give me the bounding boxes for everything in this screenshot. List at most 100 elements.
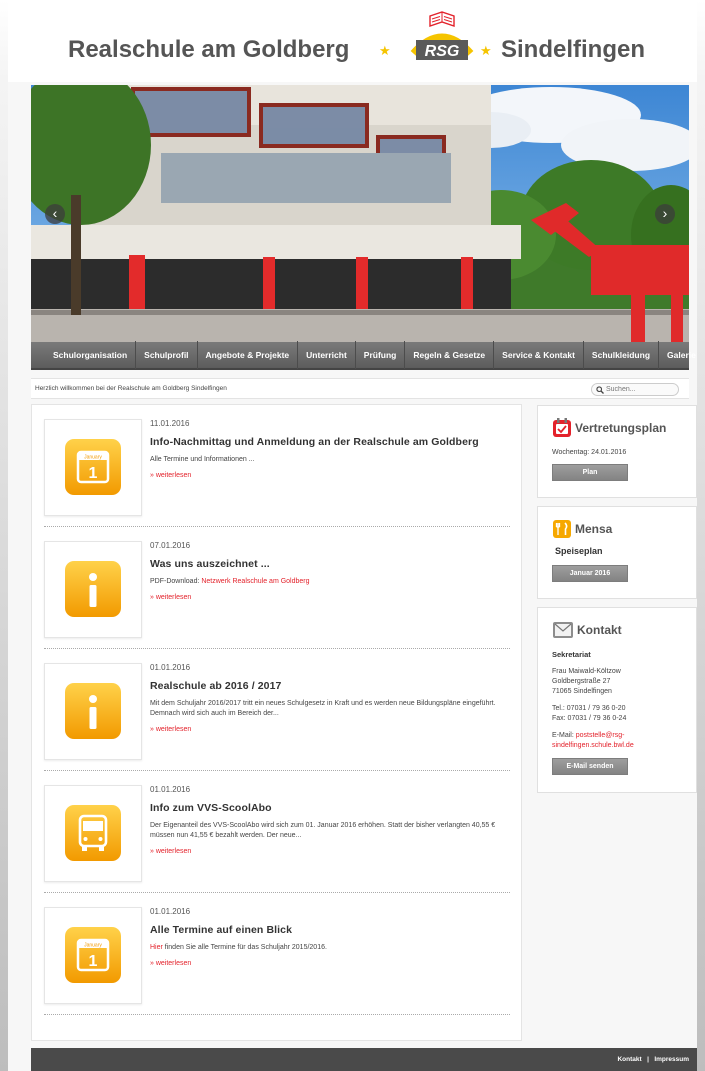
- news-title[interactable]: Realschule ab 2016 / 2017: [150, 680, 282, 692]
- footer-impressum-link[interactable]: Impressum: [654, 1056, 689, 1063]
- site-footer: Kontakt | Impressum: [31, 1048, 697, 1071]
- mensa-header: Mensa: [552, 519, 612, 539]
- kontakt-name: Frau Maiwald-Költzow: [552, 668, 621, 675]
- kontakt-fax: Fax: 07031 / 79 36 0-24: [552, 715, 627, 722]
- svg-text:January: January: [84, 455, 102, 461]
- news-item: 07.01.2016 Was uns auszeichnet ... PDF-D…: [44, 527, 510, 649]
- news-date: 01.01.2016: [150, 785, 191, 794]
- site-title-left: Realschule am Goldberg: [68, 36, 350, 63]
- svg-text:1: 1: [89, 465, 98, 482]
- nav-item-service-kontakt[interactable]: Service & Kontakt: [494, 341, 584, 369]
- news-title[interactable]: Was uns auszeichnet ...: [150, 558, 270, 570]
- nav-item-angebote-projekte[interactable]: Angebote & Projekte: [198, 341, 299, 369]
- news-item: 01.01.2016 Realschule ab 2016 / 2017 Mit…: [44, 649, 510, 771]
- footer-kontakt-link[interactable]: Kontakt: [617, 1056, 641, 1063]
- news-date: 01.01.2016: [150, 907, 191, 916]
- envelope-icon: [553, 622, 573, 638]
- mensa-subtitle: Speiseplan: [555, 546, 603, 556]
- news-divider: [44, 1014, 510, 1015]
- news-title[interactable]: Info-Nachmittag und Anmeldung an der Rea…: [150, 436, 479, 448]
- box-title: Mensa: [575, 522, 613, 536]
- welcome-text: Herzlich willkommen bei der Realschule a…: [35, 385, 227, 392]
- news-item: 01.01.2016 Info zum VVS-ScoolAbo Der Eig…: [44, 771, 510, 893]
- star-icon: ★: [480, 43, 492, 58]
- news-teaser: Alle Termine und Informationen ...: [150, 456, 255, 463]
- box-title: Vertretungsplan: [575, 421, 667, 435]
- read-more-link[interactable]: » weiterlesen: [150, 472, 191, 479]
- kontakt-header: Kontakt: [552, 620, 622, 640]
- info-icon: [65, 683, 121, 739]
- search-input[interactable]: [606, 386, 676, 393]
- footer-links: Kontakt | Impressum: [617, 1056, 689, 1063]
- slider-prev-button[interactable]: ‹: [45, 204, 65, 224]
- news-item: January 1 01.01.2016 Alle Termine auf ei…: [44, 893, 510, 1015]
- svg-text:January: January: [84, 943, 102, 949]
- page: Realschule am Goldberg ★ RSG ★ Sindelfin…: [8, 0, 697, 1071]
- email-link-continued[interactable]: sindelfingen.schule.bwl.de: [552, 742, 634, 749]
- kontakt-street: Goldbergstraße 27: [552, 678, 611, 685]
- news-thumbnail[interactable]: [44, 785, 142, 882]
- news-thumbnail[interactable]: [44, 541, 142, 638]
- pdf-download-link[interactable]: Netzwerk Realschule am Goldberg: [201, 578, 309, 585]
- calendar-icon: January 1: [65, 927, 121, 983]
- nav-item-schulkleidung[interactable]: Schulkleidung: [584, 341, 660, 369]
- search-icon: [596, 385, 604, 394]
- site-header: Realschule am Goldberg ★ RSG ★ Sindelfin…: [8, 0, 697, 82]
- kontakt-phone: Tel.: 07031 / 79 36 0-20: [552, 705, 626, 712]
- read-more-link[interactable]: » weiterlesen: [150, 960, 191, 967]
- news-teaser: Der Eigenanteil des VVS-ScoolAbo wird si…: [150, 822, 496, 839]
- news-thumbnail[interactable]: [44, 663, 142, 760]
- box-title: Kontakt: [577, 623, 622, 637]
- cutlery-icon: [553, 520, 571, 538]
- vertretungsplan-header: Vertretungsplan: [552, 418, 666, 438]
- site-title-right: Sindelfingen: [501, 36, 645, 63]
- news-date: 07.01.2016: [150, 541, 191, 550]
- svg-text:RSG: RSG: [425, 43, 460, 60]
- rsg-logo[interactable]: RSG: [396, 10, 488, 70]
- news-list: January 1 11.01.2016 Info-Nachmittag und…: [31, 404, 522, 1041]
- read-more-link[interactable]: » weiterlesen: [150, 726, 191, 733]
- nav-item-schulprofil[interactable]: Schulprofil: [136, 341, 198, 369]
- slider-next-button[interactable]: ›: [655, 204, 675, 224]
- nav-item-regeln-gesetze[interactable]: Regeln & Gesetze: [405, 341, 495, 369]
- calendar-icon: January 1: [65, 439, 121, 495]
- kontakt-email: E-Mail: poststelle@rsg- sindelfingen.sch…: [552, 732, 634, 749]
- nav-item-unterricht[interactable]: Unterricht: [298, 341, 356, 369]
- news-title[interactable]: Alle Termine auf einen Blick: [150, 924, 292, 936]
- email-link[interactable]: poststelle@rsg-: [576, 732, 625, 739]
- news-teaser: PDF-Download: Netzwerk Realschule am Gol…: [150, 578, 310, 585]
- speiseplan-button[interactable]: Januar 2016: [552, 565, 628, 582]
- nav-item-pruefung[interactable]: Prüfung: [356, 341, 406, 369]
- image-slider[interactable]: ‹ ›: [31, 85, 689, 342]
- vertretungsplan-box: Vertretungsplan Wochentag: 24.01.2016 Pl…: [537, 405, 697, 498]
- news-teaser: Hier finden Sie alle Termine für das Sch…: [150, 944, 327, 951]
- info-icon: [65, 561, 121, 617]
- nav-item-schulorganisation[interactable]: Schulorganisation: [45, 341, 137, 369]
- search-box[interactable]: [591, 383, 679, 396]
- main-nav: Schulorganisation Schulprofil Angebote &…: [31, 341, 696, 370]
- news-date: 11.01.2016: [150, 419, 190, 428]
- plan-button[interactable]: Plan: [552, 464, 628, 481]
- kontakt-subtitle: Sekretariat: [552, 650, 591, 659]
- bus-icon: [65, 805, 121, 861]
- mensa-box: Mensa Speiseplan Januar 2016: [537, 506, 697, 599]
- email-send-button[interactable]: E-Mail senden: [552, 758, 628, 775]
- substitution-plan-icon: [553, 418, 571, 437]
- kontakt-city: 71065 Sindelfingen: [552, 688, 612, 695]
- welcome-bar: Herzlich willkommen bei der Realschule a…: [31, 378, 689, 399]
- kontakt-box: Kontakt Sekretariat Frau Maiwald-Költzow…: [537, 607, 697, 793]
- read-more-link[interactable]: » weiterlesen: [150, 848, 191, 855]
- news-date: 01.01.2016: [150, 663, 191, 672]
- termine-link[interactable]: Hier: [150, 944, 163, 951]
- chevron-right-icon: ›: [662, 205, 668, 221]
- svg-text:1: 1: [89, 953, 98, 970]
- news-thumbnail[interactable]: January 1: [44, 907, 142, 1004]
- news-thumbnail[interactable]: January 1: [44, 419, 142, 516]
- footer-separator: |: [647, 1056, 649, 1063]
- vertretungsplan-date: Wochentag: 24.01.2016: [552, 449, 627, 456]
- read-more-link[interactable]: » weiterlesen: [150, 594, 191, 601]
- news-title[interactable]: Info zum VVS-ScoolAbo: [150, 802, 272, 814]
- star-icon: ★: [379, 43, 391, 58]
- school-building-photo: [31, 85, 689, 342]
- nav-item-galerie[interactable]: Galerie: [659, 341, 704, 369]
